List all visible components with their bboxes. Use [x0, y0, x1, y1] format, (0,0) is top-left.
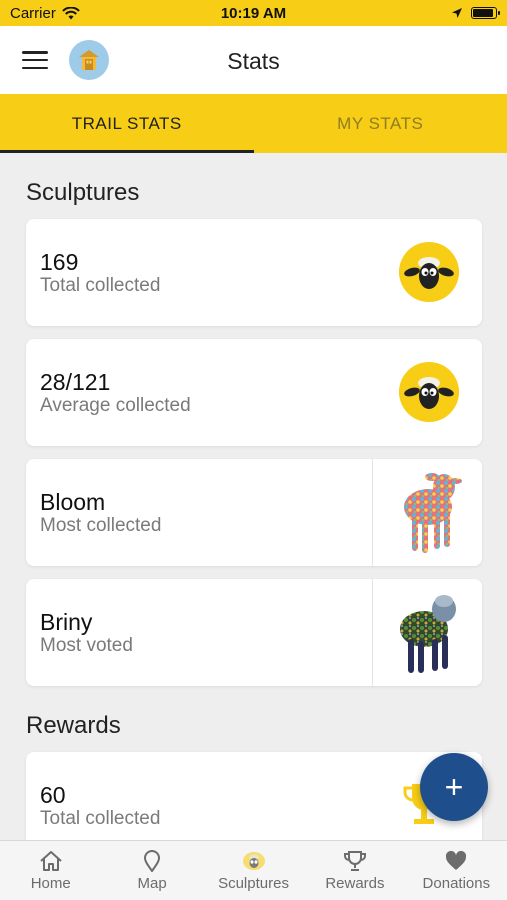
nav-bar: Stats — [0, 26, 507, 94]
stat-label: Total collected — [40, 808, 161, 829]
location-arrow-icon — [452, 8, 462, 18]
stat-value: Briny — [40, 609, 93, 635]
stat-label: Total collected — [40, 275, 161, 296]
status-bar: Carrier 10:19 AM — [0, 0, 507, 26]
stat-card-most-collected[interactable]: Bloom Most collected — [26, 459, 482, 566]
briny-sculpture-image — [372, 579, 482, 686]
status-left: Carrier — [10, 5, 80, 22]
home-icon — [40, 851, 62, 871]
stat-value: 60 — [40, 782, 66, 808]
stat-label: Most collected — [40, 515, 162, 536]
sheep-icon — [399, 242, 459, 302]
tabbar-label: Rewards — [325, 875, 385, 892]
reward-card-total-collected[interactable]: 60 Total collected — [26, 752, 482, 840]
tabbar-item-sculptures[interactable]: Sculptures — [203, 841, 304, 900]
status-right — [451, 7, 500, 19]
battery-icon — [471, 7, 500, 19]
tab-trail-stats[interactable]: TRAIL STATS — [0, 94, 254, 153]
wifi-icon — [62, 6, 80, 19]
tabbar-label: Sculptures — [218, 875, 289, 892]
sheep-icon — [399, 362, 459, 422]
tabbar-item-map[interactable]: Map — [101, 841, 202, 900]
rewards-section-title: Rewards — [26, 712, 121, 739]
heart-icon — [446, 850, 467, 870]
tabbar-label: Donations — [422, 875, 491, 892]
trophy-icon — [343, 851, 366, 871]
stat-value: Bloom — [40, 489, 106, 515]
stat-value: 169 — [40, 249, 79, 275]
stat-card-average-collected[interactable]: 28/121 Average collected — [26, 339, 482, 446]
tabbar-item-rewards[interactable]: Rewards — [304, 841, 405, 900]
map-pin-icon — [144, 850, 161, 872]
stat-label: Most voted — [40, 635, 133, 656]
tabbar-item-donations[interactable]: Donations — [406, 841, 507, 900]
stat-label: Average collected — [40, 395, 191, 416]
stats-content[interactable]: Sculptures 169 Total collected 28/121 Av… — [0, 153, 507, 840]
stat-card-total-collected[interactable]: 169 Total collected — [26, 219, 482, 326]
tabbar-label: Home — [30, 875, 71, 892]
stat-card-most-voted[interactable]: Briny Most voted — [26, 579, 482, 686]
sculptures-section-title: Sculptures — [26, 179, 140, 206]
page-title: Stats — [227, 48, 280, 74]
add-button[interactable]: + — [420, 753, 488, 821]
bloom-sculpture-image — [372, 459, 482, 566]
bottom-tab-bar: Home Map Sculptures Rewards Donations — [0, 840, 507, 900]
tab-my-stats[interactable]: MY STATS — [254, 94, 507, 153]
carrier-label: Carrier — [10, 4, 56, 22]
sheep-icon — [242, 852, 265, 870]
stats-tabs: TRAIL STATS MY STATS — [0, 94, 507, 153]
tabbar-item-home[interactable]: Home — [0, 841, 101, 900]
stat-value: 28/121 — [40, 369, 111, 395]
tabbar-label: Map — [137, 875, 167, 892]
